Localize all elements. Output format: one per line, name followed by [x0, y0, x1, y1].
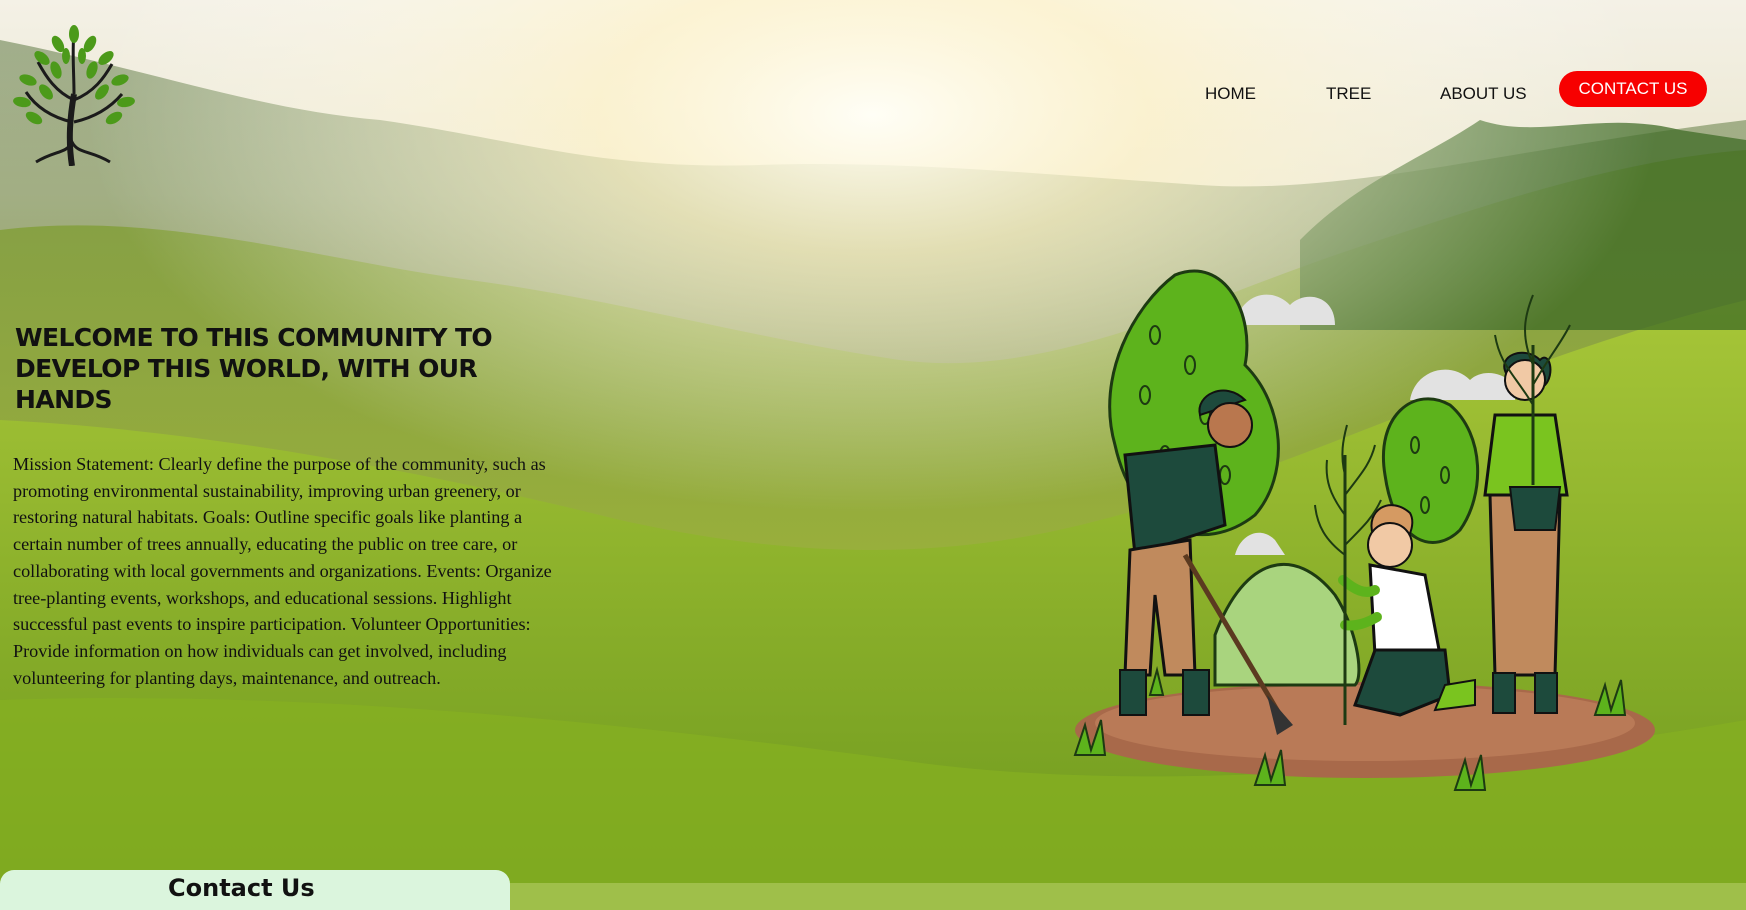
nav-home-link[interactable]: HOME [1205, 84, 1256, 104]
contact-us-button[interactable]: CONTACT US [1559, 71, 1707, 107]
hero-title: WELCOME TO THIS COMMUNITY TO DEVELOP THI… [15, 323, 493, 414]
contact-section-title: Contact Us [168, 874, 315, 902]
contact-section: Contact Us [0, 870, 510, 910]
hero-description: Mission Statement: Clearly define the pu… [13, 454, 552, 688]
people-planting-trees-illustration [1073, 269, 1655, 791]
main-navigation: HOME TREE ABOUT US CONTACT US [0, 70, 1746, 120]
nav-tree-link[interactable]: TREE [1326, 84, 1371, 104]
nav-about-link[interactable]: ABOUT US [1440, 84, 1527, 104]
